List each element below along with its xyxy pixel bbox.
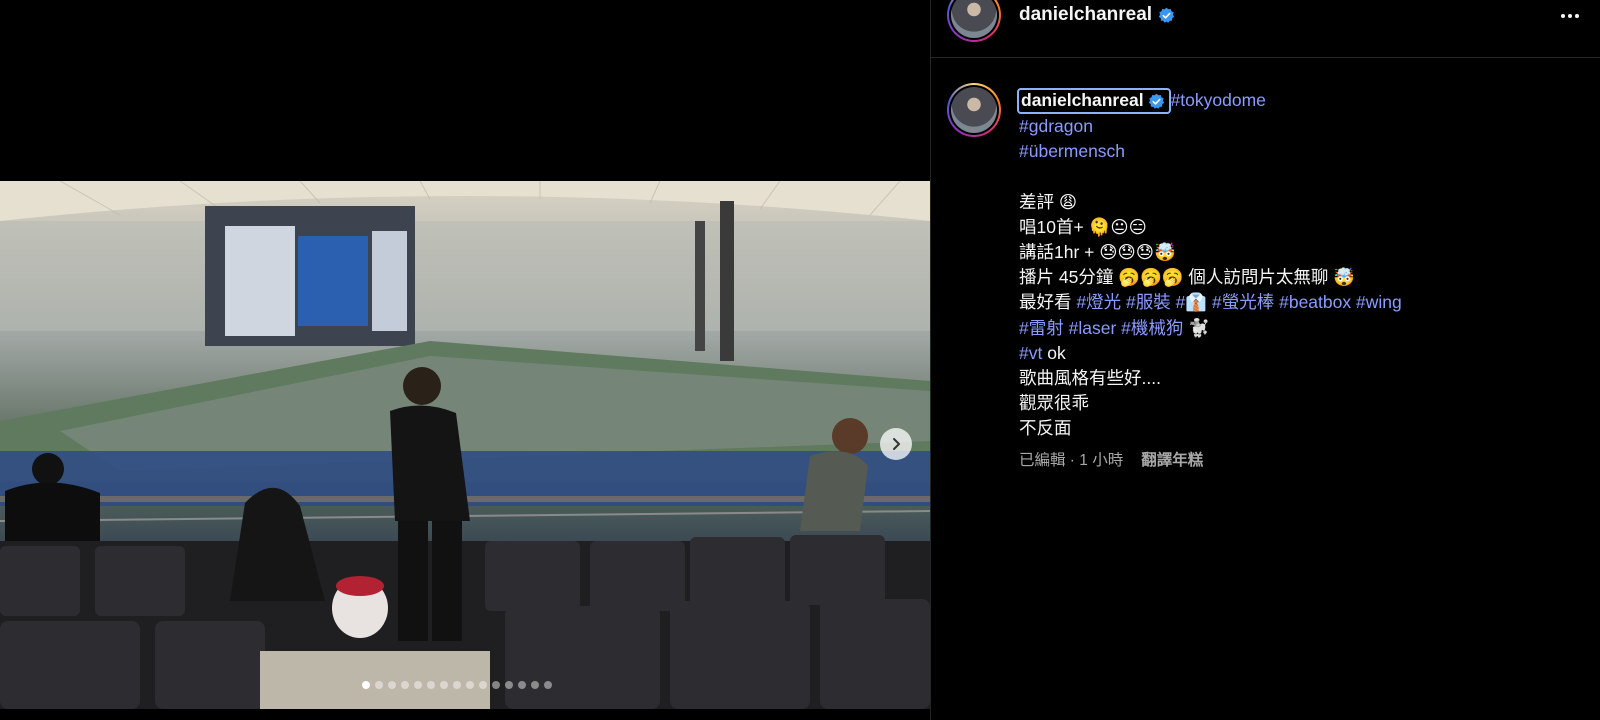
hashtag-link[interactable]: #👔: [1176, 292, 1208, 312]
edited-timestamp: 已編輯 · 1 小時: [1019, 451, 1124, 469]
caption-text-fragment: 最好看: [1019, 292, 1077, 313]
hashtag-link[interactable]: #übermensch: [1019, 139, 1579, 164]
carousel-dot[interactable]: [453, 681, 461, 689]
caption-line-1: danielchanreal #tokyodome: [1017, 88, 1579, 114]
caption-username: danielchanreal: [1021, 90, 1144, 111]
carousel-dot[interactable]: [544, 681, 552, 689]
carousel-dot[interactable]: [466, 681, 474, 689]
hashtag-link[interactable]: #機械狗: [1121, 318, 1183, 338]
hashtag-link[interactable]: #tokyodome: [1171, 90, 1266, 110]
carousel-dot[interactable]: [518, 681, 526, 689]
carousel-dot[interactable]: [492, 681, 500, 689]
more-options-button[interactable]: [1555, 8, 1585, 24]
caption-line: 講話1hr + 😓😓😓🤯: [1019, 242, 1176, 262]
caption-line: 播片 45分鐘 🥱🥱🥱 個人訪問片太無聊 🤯: [1019, 267, 1356, 288]
more-options-icon: [1561, 14, 1565, 18]
avatar[interactable]: [947, 0, 1001, 42]
carousel-dot[interactable]: [401, 681, 409, 689]
carousel-dot[interactable]: [375, 681, 383, 689]
hashtag-link[interactable]: #雷射: [1019, 318, 1064, 338]
carousel-dot[interactable]: [388, 681, 396, 689]
caption-line: 觀眾很乖: [1019, 393, 1089, 414]
hashtag-link[interactable]: #服裝: [1126, 292, 1171, 312]
header-user: danielchanreal: [1019, 4, 1175, 26]
caption-avatar[interactable]: [947, 83, 1001, 137]
carousel-dot[interactable]: [479, 681, 487, 689]
hashtag-link[interactable]: #螢光棒: [1212, 292, 1274, 312]
caption-line: 唱10首+ 🫠😐😑: [1019, 216, 1147, 237]
hashtag-link[interactable]: #vt: [1019, 343, 1042, 363]
verified-badge-icon: [1148, 93, 1164, 109]
caption-line: #雷射 #laser #機械狗 🐩: [1019, 316, 1579, 341]
chevron-right-icon: [893, 438, 900, 450]
caption-line: 不反面: [1019, 418, 1072, 439]
hashtag-link[interactable]: #wing: [1356, 292, 1402, 312]
carousel-dot[interactable]: [362, 681, 370, 689]
post-photo[interactable]: [0, 181, 930, 709]
carousel-dot[interactable]: [440, 681, 448, 689]
caption-line: 差評 😩: [1019, 191, 1078, 212]
hashtag-link[interactable]: #gdragon: [1019, 114, 1579, 139]
caption-line: 歌曲風格有些好....: [1019, 368, 1161, 389]
stadium-photo-illustration: [0, 181, 930, 709]
caption-meta: 已編輯 · 1 小時 翻譯年糕: [1019, 448, 1579, 473]
verified-badge-icon: [1158, 7, 1175, 23]
caption-text-fragment: 🐩: [1183, 317, 1211, 338]
carousel-next-button[interactable]: [880, 428, 912, 460]
translate-link[interactable]: 翻譯年糕: [1141, 448, 1203, 473]
avatar-image: [951, 0, 997, 38]
carousel-dot[interactable]: [427, 681, 435, 689]
header-username-link[interactable]: danielchanreal: [1019, 4, 1152, 26]
hashtag-link[interactable]: #燈光: [1076, 292, 1121, 312]
carousel-dot[interactable]: [414, 681, 422, 689]
post-header: danielchanreal: [931, 0, 1600, 58]
post-sidebar: danielchanreal danielchanreal #tokyodome…: [930, 0, 1600, 720]
caption-line: #vt ok: [1019, 341, 1579, 366]
caption-avatar-image: [951, 87, 997, 133]
hashtag-link[interactable]: #laser: [1069, 318, 1117, 338]
caption-text-fragment: ok: [1042, 342, 1066, 363]
caption-text: danielchanreal #tokyodome #gdragon #über…: [1017, 88, 1579, 473]
carousel-indicator: [362, 681, 552, 689]
caption-username-link[interactable]: danielchanreal: [1017, 88, 1171, 114]
carousel-dot[interactable]: [531, 681, 539, 689]
caption-line: 最好看 #燈光 #服裝 #👔 #螢光棒 #beatbox #wing: [1019, 290, 1579, 315]
media-pane: [0, 0, 930, 720]
hashtag-link[interactable]: #beatbox: [1279, 292, 1351, 312]
carousel-dot[interactable]: [505, 681, 513, 689]
